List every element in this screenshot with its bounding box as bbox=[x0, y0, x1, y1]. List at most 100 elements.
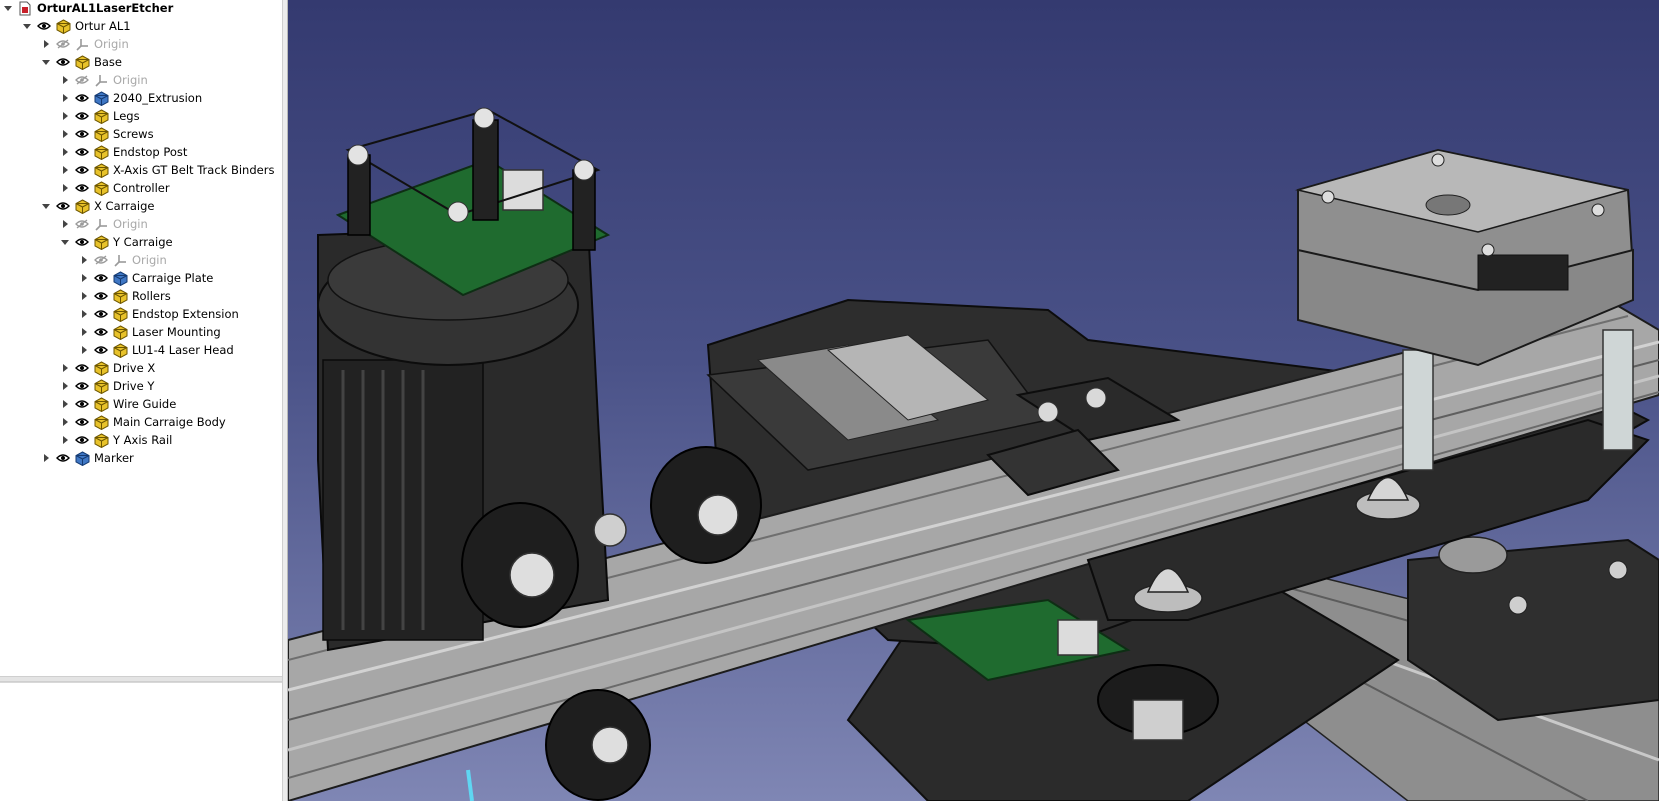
expand-arrow-right-icon[interactable] bbox=[78, 269, 90, 287]
expand-arrow-right-icon[interactable] bbox=[59, 377, 71, 395]
tree-item-label: Origin bbox=[113, 217, 148, 231]
3d-model-render bbox=[288, 107, 1659, 801]
expand-arrow-down-icon[interactable] bbox=[2, 0, 14, 17]
eye-icon[interactable] bbox=[93, 287, 109, 305]
expand-arrow-down-icon[interactable] bbox=[59, 233, 71, 251]
expand-arrow-right-icon[interactable] bbox=[78, 341, 90, 359]
eye-hidden-icon[interactable] bbox=[74, 215, 90, 233]
eye-icon[interactable] bbox=[74, 377, 90, 395]
tree-item-label: Endstop Post bbox=[113, 145, 188, 159]
eye-icon[interactable] bbox=[74, 125, 90, 143]
expand-arrow-right-icon[interactable] bbox=[59, 431, 71, 449]
part-icon bbox=[93, 413, 109, 431]
tree-item-label: Endstop Extension bbox=[132, 307, 239, 321]
eye-icon[interactable] bbox=[74, 107, 90, 125]
eye-icon[interactable] bbox=[74, 89, 90, 107]
expand-arrow-right-icon[interactable] bbox=[59, 107, 71, 125]
eye-icon[interactable] bbox=[74, 395, 90, 413]
3d-viewport[interactable] bbox=[288, 0, 1659, 801]
part-icon bbox=[55, 17, 71, 35]
expand-arrow-right-icon[interactable] bbox=[59, 143, 71, 161]
expand-arrow-right-icon[interactable] bbox=[59, 161, 71, 179]
eye-icon[interactable] bbox=[74, 359, 90, 377]
eye-icon[interactable] bbox=[74, 179, 90, 197]
expand-arrow-down-icon[interactable] bbox=[40, 197, 52, 215]
tree-item-label: Controller bbox=[113, 181, 170, 195]
expand-arrow-right-icon[interactable] bbox=[59, 179, 71, 197]
model-tree-panel: OrturAL1LaserEtcher Ortur AL1 Origin Base Or… bbox=[0, 0, 282, 676]
expand-arrow-right-icon[interactable] bbox=[59, 89, 71, 107]
part-icon bbox=[74, 53, 90, 71]
tree-item-label: Origin bbox=[132, 253, 167, 267]
expand-arrow-right-icon[interactable] bbox=[59, 125, 71, 143]
eye-icon[interactable] bbox=[55, 197, 71, 215]
expand-arrow-down-icon[interactable] bbox=[40, 53, 52, 71]
tree-item-label: Wire Guide bbox=[113, 397, 177, 411]
expand-arrow-right-icon[interactable] bbox=[78, 323, 90, 341]
eye-icon[interactable] bbox=[55, 53, 71, 71]
tree-item-label: Drive X bbox=[113, 361, 156, 375]
property-view-panel bbox=[0, 682, 282, 801]
part-icon bbox=[112, 287, 128, 305]
eye-hidden-icon[interactable] bbox=[55, 35, 71, 53]
laser-beam bbox=[466, 769, 474, 801]
expand-arrow-right-icon[interactable] bbox=[40, 449, 52, 467]
part-icon bbox=[112, 305, 128, 323]
eye-icon[interactable] bbox=[36, 17, 52, 35]
tree-item-label: Carraige Plate bbox=[132, 271, 214, 285]
eye-hidden-icon[interactable] bbox=[93, 251, 109, 269]
eye-icon[interactable] bbox=[93, 305, 109, 323]
eye-icon[interactable] bbox=[93, 323, 109, 341]
tree-item-label: Rollers bbox=[132, 289, 171, 303]
expand-arrow-right-icon[interactable] bbox=[40, 35, 52, 53]
tree-item-label: Main Carraige Body bbox=[113, 415, 226, 429]
tree-item-label: Y Axis Rail bbox=[113, 433, 173, 447]
part-icon bbox=[74, 197, 90, 215]
part-icon bbox=[93, 143, 109, 161]
part-icon bbox=[93, 161, 109, 179]
eye-icon[interactable] bbox=[93, 269, 109, 287]
part-icon bbox=[93, 359, 109, 377]
expand-arrow-right-icon[interactable] bbox=[59, 395, 71, 413]
part-icon bbox=[93, 233, 109, 251]
origin-icon bbox=[112, 251, 128, 269]
tree-item-label: LU1-4 Laser Head bbox=[132, 343, 234, 357]
part-icon bbox=[93, 395, 109, 413]
tree-item-label: Drive Y bbox=[113, 379, 155, 393]
origin-icon bbox=[93, 215, 109, 233]
tree-item-label: X Carraige bbox=[94, 199, 155, 213]
body-icon bbox=[112, 269, 128, 287]
tree-item-label: Base bbox=[94, 55, 123, 69]
tree-item-label: Marker bbox=[94, 451, 134, 465]
expand-arrow-right-icon[interactable] bbox=[78, 305, 90, 323]
eye-icon[interactable] bbox=[74, 431, 90, 449]
tree-item-label: 2040_Extrusion bbox=[113, 91, 203, 105]
tree-item-label: Y Carraige bbox=[113, 235, 173, 249]
eye-icon[interactable] bbox=[74, 143, 90, 161]
tree-item-label: X-Axis GT Belt Track Binders bbox=[113, 163, 275, 177]
document-icon bbox=[17, 0, 33, 17]
tree-item-label: OrturAL1LaserEtcher bbox=[37, 1, 174, 15]
expand-arrow-right-icon[interactable] bbox=[78, 251, 90, 269]
part-icon bbox=[93, 179, 109, 197]
body-icon bbox=[74, 449, 90, 467]
part-icon bbox=[112, 323, 128, 341]
expand-arrow-right-icon[interactable] bbox=[59, 413, 71, 431]
tree-item-label: Ortur AL1 bbox=[75, 19, 131, 33]
part-icon bbox=[93, 431, 109, 449]
part-icon bbox=[93, 107, 109, 125]
eye-icon[interactable] bbox=[74, 413, 90, 431]
expand-arrow-down-icon[interactable] bbox=[21, 17, 33, 35]
expand-arrow-right-icon[interactable] bbox=[59, 71, 71, 89]
eye-icon[interactable] bbox=[74, 233, 90, 251]
eye-hidden-icon[interactable] bbox=[74, 71, 90, 89]
eye-icon[interactable] bbox=[55, 449, 71, 467]
body-icon bbox=[93, 89, 109, 107]
expand-arrow-right-icon[interactable] bbox=[59, 359, 71, 377]
tree-item-label: Legs bbox=[113, 109, 140, 123]
expand-arrow-right-icon[interactable] bbox=[59, 215, 71, 233]
origin-icon bbox=[93, 71, 109, 89]
eye-icon[interactable] bbox=[74, 161, 90, 179]
expand-arrow-right-icon[interactable] bbox=[78, 287, 90, 305]
eye-icon[interactable] bbox=[93, 341, 109, 359]
